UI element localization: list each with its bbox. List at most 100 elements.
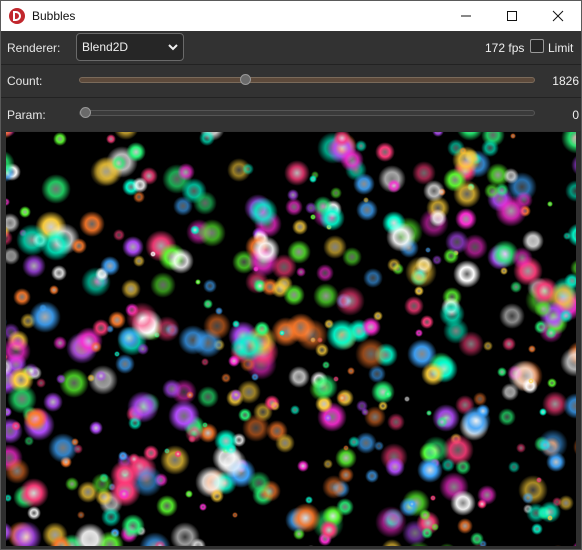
count-row: Count: 1826	[1, 64, 581, 98]
bubble	[375, 142, 395, 162]
bubble	[232, 320, 240, 328]
bubble	[498, 408, 516, 426]
bubble	[19, 206, 31, 218]
bubble	[387, 413, 405, 431]
bubble	[363, 268, 383, 288]
bubble	[27, 506, 41, 520]
bubble	[343, 445, 349, 451]
bubble	[500, 267, 508, 275]
close-button[interactable]	[535, 1, 581, 31]
bubble	[198, 219, 226, 247]
app-window: Bubbles Renderer: Blend2D 172 fps Limit …	[0, 0, 582, 550]
bubble	[36, 378, 46, 388]
bubble	[319, 520, 339, 540]
bubble	[385, 457, 405, 477]
bubble	[121, 514, 145, 538]
bubble	[309, 175, 317, 183]
bubble	[283, 284, 305, 306]
bubble	[322, 475, 346, 499]
bubble	[310, 214, 316, 220]
count-slider[interactable]	[79, 74, 535, 85]
limit-checkbox[interactable]	[530, 39, 544, 53]
bubble	[87, 374, 95, 382]
bubble	[560, 347, 576, 377]
bubble	[421, 527, 433, 539]
chevron-down-icon	[168, 44, 178, 51]
bubble	[117, 326, 141, 350]
bubble	[539, 408, 547, 416]
bubble	[215, 307, 223, 315]
bubble	[185, 425, 203, 443]
bubble	[503, 168, 519, 184]
bubble	[430, 495, 436, 501]
bubble	[547, 515, 553, 521]
bubble	[133, 255, 145, 267]
bubble	[316, 264, 334, 282]
bubble	[89, 421, 103, 435]
bubbles-render-canvas[interactable]	[6, 132, 576, 546]
bubble	[453, 180, 481, 208]
count-slider-thumb[interactable]	[240, 74, 251, 85]
window-controls	[443, 1, 581, 31]
bubble	[381, 539, 403, 546]
param-slider-thumb[interactable]	[80, 107, 91, 118]
bubble	[384, 390, 392, 398]
bubble	[387, 179, 401, 193]
bubble	[100, 256, 120, 276]
bubble	[203, 299, 213, 309]
bubble	[77, 511, 85, 519]
bubble	[499, 303, 525, 329]
bubble	[65, 477, 79, 491]
param-row: Param: 0	[1, 97, 581, 131]
bubble	[174, 450, 182, 458]
bubble	[404, 296, 424, 316]
param-slider[interactable]	[79, 107, 535, 118]
bubble	[51, 265, 67, 281]
bubble	[150, 272, 176, 298]
title-bar[interactable]: Bubbles	[1, 1, 581, 31]
bubble	[160, 445, 190, 475]
bubble	[275, 433, 295, 453]
bubble	[477, 485, 497, 505]
bubble	[288, 366, 310, 388]
bubble	[79, 211, 105, 237]
bubble	[6, 132, 14, 139]
bubble	[156, 495, 178, 517]
fps-readout: 172 fps	[485, 41, 525, 55]
bubble	[210, 489, 224, 503]
bubble	[458, 331, 484, 357]
bubble	[252, 236, 280, 264]
bubble	[53, 132, 67, 146]
renderer-select[interactable]: Blend2D	[76, 33, 184, 61]
bubble	[495, 195, 527, 227]
bubble	[162, 379, 182, 399]
bubble	[483, 341, 493, 351]
bubble	[118, 451, 128, 461]
bubble	[405, 256, 437, 288]
bubble	[71, 438, 79, 446]
bubble	[419, 509, 431, 521]
bubble	[7, 384, 37, 414]
limit-label[interactable]: Limit	[548, 41, 573, 55]
bubble	[497, 367, 507, 377]
bubble	[550, 545, 566, 546]
bubble	[563, 393, 576, 419]
bubble	[502, 337, 516, 351]
minimize-button[interactable]	[443, 1, 489, 31]
bubble	[221, 373, 231, 383]
renderer-select-value: Blend2D	[82, 40, 129, 54]
bubble	[429, 209, 447, 227]
bubble	[561, 132, 576, 154]
bubble	[420, 315, 434, 329]
bubble	[11, 421, 21, 431]
bubble	[287, 189, 299, 201]
bubble	[347, 367, 355, 375]
count-label: Count:	[7, 74, 43, 88]
bubble	[91, 473, 113, 495]
bubble	[337, 393, 347, 403]
bubble	[16, 224, 48, 256]
bubble	[457, 518, 473, 534]
maximize-button[interactable]	[489, 1, 535, 31]
bubble	[6, 198, 10, 206]
bubble	[439, 301, 465, 327]
